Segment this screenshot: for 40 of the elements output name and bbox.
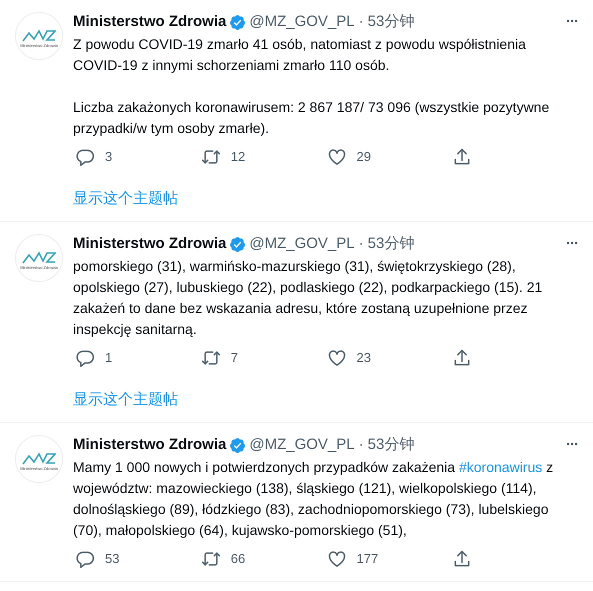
author-handle[interactable]: @MZ_GOV_PL — [249, 434, 355, 456]
timestamp[interactable]: 53分钟 — [368, 434, 414, 456]
author-name[interactable]: Ministerstwo Zdrowia — [73, 434, 226, 456]
timestamp[interactable]: 53分钟 — [368, 232, 414, 256]
tweet-text: Mamy 1 000 nowych i potwierdzonych przypadków zakażenia #koronawirus z województw: mazowieckiego (138), śląskiego (121), wielkopolskiego (114), dolnośląskiego (89), łódzkiego (83), zachodniopomorskiego (73), lubelskiego (70), małopolskiego (64), kujawsko-pomorskiego (51), — [73, 458, 554, 540]
more-button[interactable]: ··· — [566, 232, 578, 256]
heart-icon[interactable] — [326, 147, 346, 167]
share-icon[interactable] — [452, 348, 472, 368]
heart-icon[interactable] — [326, 348, 346, 368]
like-count: 29 — [356, 148, 371, 166]
author-handle[interactable]: @MZ_GOV_PL — [249, 10, 355, 34]
more-button[interactable]: ··· — [566, 434, 578, 456]
logo-icon — [22, 250, 56, 264]
dot-separator: · — [358, 234, 364, 254]
retweet-count: 66 — [230, 550, 246, 568]
reply-icon[interactable] — [75, 348, 95, 368]
tweet-text: pomorskiego (31), warmińsko-mazurskiego (31), świętokrzyskiego (28), opolskiego (27), lubuskiego (22), podlaskiego (22), podkarpackiego (15). 21 zakażeń to dane bez wskazania adresu, które zostaną uzupełnione przez inspekcję sanitarną. — [73, 257, 544, 339]
share-icon[interactable] — [452, 549, 472, 569]
reply-icon[interactable] — [75, 147, 95, 167]
reply-count: 3 — [105, 148, 112, 166]
share-icon[interactable] — [452, 147, 472, 167]
tweet-text: Liczba zakażonych koronawirusem: 2 867 187/ 73 096 (wszystkie pozytywne przypadki/w tym osoby zmarłe). — [73, 98, 550, 138]
logo-icon — [22, 451, 56, 465]
heart-icon[interactable] — [326, 549, 346, 569]
retweet-count: 12 — [230, 148, 246, 166]
author-name[interactable]: Ministerstwo Zdrowia — [73, 10, 226, 34]
like-count: 177 — [356, 550, 378, 568]
logo-icon — [22, 28, 56, 42]
tweet-text: Z powodu COVID-19 zmarło 41 osób, natomiast z powodu współistnienia COVID-19 z innymi schorzeniami zmarło 110 osób. — [73, 35, 527, 75]
timestamp[interactable]: 53分钟 — [368, 10, 414, 34]
dot-separator: · — [358, 12, 364, 32]
author-handle[interactable]: @MZ_GOV_PL — [249, 232, 355, 256]
more-button[interactable]: ··· — [566, 10, 578, 34]
reply-count: 1 — [105, 349, 112, 368]
author-name[interactable]: Ministerstwo Zdrowia — [73, 232, 226, 256]
like-count: 23 — [356, 349, 371, 368]
retweet-count: 7 — [230, 349, 238, 368]
dot-separator: · — [358, 434, 364, 455]
reply-count: 53 — [105, 550, 120, 568]
reply-icon[interactable] — [75, 549, 95, 569]
